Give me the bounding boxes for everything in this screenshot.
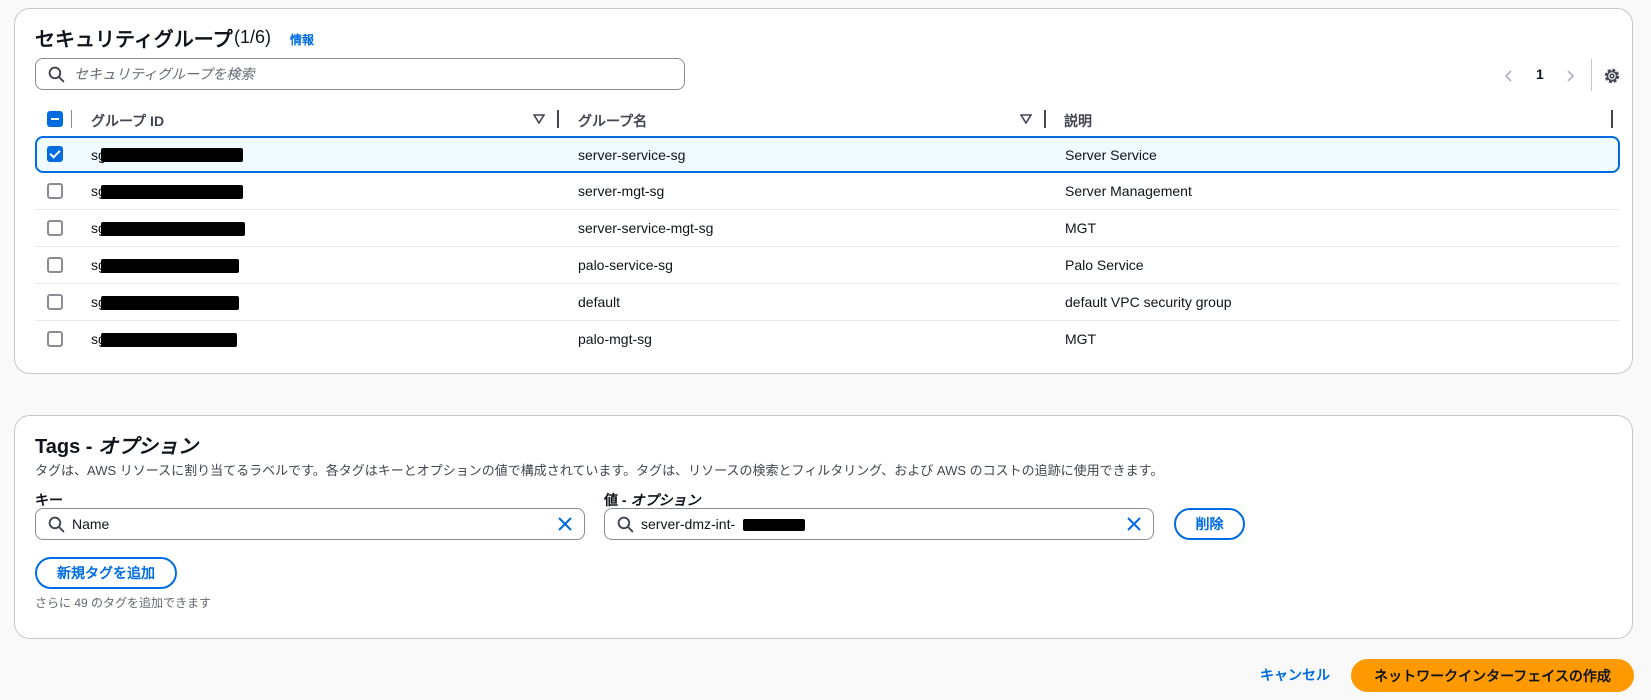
column-divider bbox=[71, 110, 72, 128]
tag-key-value[interactable]: Name bbox=[72, 516, 109, 532]
security-groups-count: (1/6) bbox=[234, 27, 272, 47]
chevron-left-icon[interactable] bbox=[1502, 69, 1516, 83]
row-checkbox[interactable] bbox=[47, 220, 63, 236]
redaction-mark bbox=[101, 296, 239, 310]
security-groups-panel: セキュリティグループ (1/6) 情報 1 グループ ID グループ名 説明 bbox=[14, 8, 1633, 374]
column-header-group-id[interactable]: グループ ID bbox=[91, 111, 164, 131]
redaction-mark bbox=[101, 185, 243, 199]
tag-value-input[interactable]: server-dmz-int- bbox=[604, 508, 1154, 540]
search-icon bbox=[48, 66, 65, 83]
select-all-checkbox[interactable] bbox=[47, 111, 63, 127]
pager-divider bbox=[1591, 59, 1592, 91]
key-label: キー bbox=[35, 492, 63, 508]
tags-panel: Tags - オプション タグは、AWS リソースに割り当てるラベルです。各タグ… bbox=[14, 415, 1633, 639]
clear-x-icon[interactable] bbox=[556, 515, 574, 533]
chevron-right-icon[interactable] bbox=[1563, 69, 1577, 83]
remaining-tags-hint: さらに 49 のタグを追加できます bbox=[35, 596, 212, 610]
cell-group-name: palo-mgt-sg bbox=[578, 331, 652, 347]
value-label-text: 値 - bbox=[604, 492, 631, 508]
clear-x-icon[interactable] bbox=[1125, 515, 1143, 533]
column-divider[interactable] bbox=[1044, 110, 1046, 128]
table-row[interactable]: sg- palo-service-sg Palo Service bbox=[35, 247, 1620, 284]
table-header: グループ ID グループ名 説明 bbox=[35, 102, 1620, 136]
value-label-optional: オプション bbox=[630, 492, 701, 508]
cell-description: MGT bbox=[1065, 220, 1097, 236]
tags-description: タグは、AWS リソースに割り当てるラベルです。各タグはキーとオプションの値で構… bbox=[35, 463, 1164, 478]
tags-title: Tags - オプション bbox=[35, 430, 198, 459]
redaction-mark bbox=[101, 148, 243, 162]
column-divider[interactable] bbox=[557, 110, 559, 128]
cell-group-name: default bbox=[578, 294, 621, 310]
row-checkbox[interactable] bbox=[47, 146, 63, 162]
settings-gear-icon[interactable] bbox=[1602, 66, 1622, 86]
cell-description: default VPC security group bbox=[1065, 294, 1232, 310]
cell-description: MGT bbox=[1065, 331, 1097, 347]
redaction-mark bbox=[101, 222, 245, 236]
table-row[interactable]: sg- server-service-sg Server Service bbox=[35, 136, 1620, 173]
remove-tag-button[interactable]: 削除 bbox=[1174, 508, 1245, 540]
tags-title-text: Tags - bbox=[35, 436, 98, 458]
row-checkbox[interactable] bbox=[47, 257, 63, 273]
cell-description: Server Management bbox=[1065, 183, 1192, 199]
security-group-search[interactable] bbox=[35, 58, 685, 90]
column-header-group-name[interactable]: グループ名 bbox=[578, 111, 647, 131]
cell-group-name: palo-service-sg bbox=[578, 257, 673, 273]
value-label: 値 - オプション bbox=[604, 490, 700, 510]
redaction-mark bbox=[743, 519, 805, 531]
cell-description: Palo Service bbox=[1065, 257, 1144, 273]
add-tag-button[interactable]: 新規タグを追加 bbox=[35, 557, 177, 589]
tag-key-input[interactable]: Name bbox=[35, 508, 585, 540]
column-divider[interactable] bbox=[1611, 110, 1613, 128]
table-row[interactable]: sg- palo-mgt-sg MGT bbox=[35, 321, 1620, 358]
cell-description: Server Service bbox=[1065, 147, 1157, 163]
tag-value-value[interactable]: server-dmz-int- bbox=[641, 516, 735, 532]
cell-group-name: server-mgt-sg bbox=[578, 183, 665, 199]
column-header-description[interactable]: 説明 bbox=[1064, 111, 1092, 131]
redaction-mark bbox=[101, 259, 239, 273]
sort-caret-icon[interactable] bbox=[1020, 114, 1032, 124]
table-row[interactable]: sg- default default VPC security group bbox=[35, 284, 1620, 321]
tags-title-optional: オプション bbox=[97, 436, 198, 458]
cell-group-name: server-service-sg bbox=[578, 147, 686, 163]
security-group-search-input[interactable] bbox=[72, 63, 672, 85]
cell-group-name: server-service-mgt-sg bbox=[578, 220, 714, 236]
create-network-interface-button[interactable]: ネットワークインターフェイスの作成 bbox=[1351, 659, 1634, 692]
row-checkbox[interactable] bbox=[47, 331, 63, 347]
security-groups-title: セキュリティグループ bbox=[35, 29, 233, 51]
table-row[interactable]: sg- server-service-mgt-sg MGT bbox=[35, 210, 1620, 247]
search-icon bbox=[48, 516, 65, 533]
info-link[interactable]: 情報 bbox=[290, 31, 314, 48]
row-checkbox[interactable] bbox=[47, 294, 63, 310]
search-icon bbox=[617, 516, 634, 533]
cancel-button[interactable]: キャンセル bbox=[1260, 665, 1330, 685]
table-row[interactable]: sg- server-mgt-sg Server Management bbox=[35, 173, 1620, 210]
redaction-mark bbox=[101, 333, 237, 347]
sort-caret-icon[interactable] bbox=[533, 114, 545, 124]
row-checkbox[interactable] bbox=[47, 183, 63, 199]
page-number[interactable]: 1 bbox=[1536, 66, 1544, 82]
